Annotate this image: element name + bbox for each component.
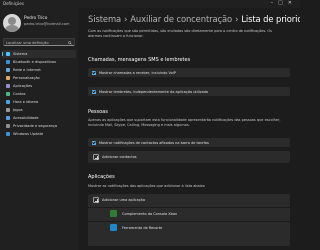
add-contacts-label: Adicionar contactos xyxy=(102,155,137,160)
account-icon xyxy=(6,92,10,96)
globe-icon xyxy=(6,100,10,104)
sidebar-item-label: Personalização xyxy=(13,76,40,80)
search-box xyxy=(3,38,75,46)
sidebar-item-label: Hora e idioma xyxy=(13,100,39,104)
sidebar-item-label: Acessibilidade xyxy=(13,116,39,120)
user-profile[interactable]: Pedro Trico pedro.trico@hotmail.com xyxy=(3,14,77,36)
sidebar-item-label: Rede e Internet xyxy=(13,68,41,72)
apps-list: Adicionar uma aplicação Complemento da C… xyxy=(88,194,290,246)
option-reminders-row[interactable]: Mostrar lembretes, independentemente da … xyxy=(88,87,290,96)
sidebar-item-label: Sistema xyxy=(13,52,28,56)
list-item[interactable]: Ferramenta de Recorte xyxy=(88,221,290,233)
app-name: Ferramenta de Recorte xyxy=(122,226,163,230)
breadcrumb-separator: › xyxy=(235,14,239,24)
section-title-calls: Chamadas, mensagens SMS e lembretes xyxy=(88,57,191,63)
update-icon xyxy=(6,132,10,136)
snipping-tool-icon xyxy=(110,224,117,231)
option-calls-row[interactable]: Mostrar chamadas a receber, incluindo Vo… xyxy=(88,68,290,77)
shield-icon xyxy=(6,124,10,128)
xbox-icon xyxy=(110,210,117,217)
sidebar-item-label: Windows Update xyxy=(13,132,44,136)
add-contacts-button[interactable]: Adicionar contactos xyxy=(88,151,290,163)
section-title-people: Pessoas xyxy=(88,109,108,115)
reminders-checkbox[interactable] xyxy=(92,89,96,94)
app-title: Definições xyxy=(3,1,24,6)
sidebar-item-personalization[interactable]: Personalização xyxy=(2,74,76,82)
close-button[interactable]: ✕ xyxy=(288,0,297,6)
apps-description: Mostrar as notificações das aplicações q… xyxy=(88,184,205,188)
title-bar: Definições –□✕ xyxy=(0,0,300,8)
plus-icon xyxy=(93,154,99,160)
sidebar-item-sistema[interactable]: Sistema xyxy=(2,50,76,58)
sidebar-item-label: Aplicações xyxy=(13,84,33,88)
brush-icon xyxy=(6,76,10,80)
sidebar-item-privacy[interactable]: Privacidade e segurança xyxy=(2,122,76,130)
option-pinned-contacts-row[interactable]: Mostrar notificações de contactos afixad… xyxy=(88,138,290,147)
add-app-button[interactable]: Adicionar uma aplicação xyxy=(88,194,290,206)
sidebar-item-gaming[interactable]: Jogos xyxy=(2,106,76,114)
option-label: Mostrar lembretes, independentemente da … xyxy=(99,89,209,94)
sidebar-item-accounts[interactable]: Contas xyxy=(2,90,76,98)
list-item[interactable]: Complemento da Consola Xbox xyxy=(88,207,290,219)
intro-text: Com as notificações que são permitidas, … xyxy=(88,29,273,38)
calls-checkbox[interactable] xyxy=(92,70,96,75)
maximize-button[interactable]: □ xyxy=(278,0,288,6)
search-icon[interactable] xyxy=(68,40,72,45)
sidebar-item-network[interactable]: Rede e Internet xyxy=(2,66,76,74)
search-input[interactable] xyxy=(6,40,66,46)
sidebar: Pedro Trico pedro.trico@hotmail.com Sist… xyxy=(0,8,78,250)
window-controls: –□✕ xyxy=(271,0,297,6)
sidebar-nav: Sistema Bluetooth e dispositivos Rede e … xyxy=(2,50,76,138)
sidebar-item-time-language[interactable]: Hora e idioma xyxy=(2,98,76,106)
bluetooth-icon xyxy=(6,60,10,64)
page-title: Lista de prioridades xyxy=(241,14,300,24)
breadcrumb-separator: › xyxy=(124,14,128,24)
sidebar-item-accessibility[interactable]: Acessibilidade xyxy=(2,114,76,122)
profile-email: pedro.trico@hotmail.com xyxy=(24,22,70,26)
sidebar-item-bluetooth[interactable]: Bluetooth e dispositivos xyxy=(2,58,76,66)
plus-icon xyxy=(93,197,99,203)
sidebar-item-label: Bluetooth e dispositivos xyxy=(13,60,57,64)
main-content: Sistema › Auxiliar de concentração › Lista d… xyxy=(78,8,300,250)
add-app-label: Adicionar uma aplicação xyxy=(102,198,145,203)
network-icon xyxy=(6,68,10,72)
option-label: Mostrar notificações de contactos afixad… xyxy=(99,140,209,145)
sidebar-item-apps[interactable]: Aplicações xyxy=(2,82,76,90)
people-description: Apenas as aplicações que suportam esta f… xyxy=(88,118,281,127)
section-title-apps: Aplicações xyxy=(88,174,115,180)
breadcrumb-item-focus-assist[interactable]: Auxiliar de concentração xyxy=(130,14,232,24)
profile-name: Pedro Trico xyxy=(24,16,48,21)
sidebar-item-label: Contas xyxy=(13,92,26,96)
gamepad-icon xyxy=(6,108,10,112)
option-label: Mostrar chamadas a receber, incluindo Vo… xyxy=(99,70,176,75)
pinned-contacts-checkbox[interactable] xyxy=(92,140,96,145)
app-name: Complemento da Consola Xbox xyxy=(122,212,177,216)
monitor-icon xyxy=(6,52,10,56)
breadcrumb-item-sistema[interactable]: Sistema xyxy=(88,14,121,24)
accessibility-icon xyxy=(6,116,10,120)
avatar xyxy=(3,14,21,32)
sidebar-item-label: Privacidade e segurança xyxy=(13,124,58,128)
sidebar-item-windows-update[interactable]: Windows Update xyxy=(2,130,76,138)
breadcrumb: Sistema › Auxiliar de concentração › Lista d… xyxy=(88,14,300,24)
apps-icon xyxy=(6,84,10,88)
minimize-button[interactable]: – xyxy=(271,0,279,6)
sidebar-item-label: Jogos xyxy=(13,108,23,112)
